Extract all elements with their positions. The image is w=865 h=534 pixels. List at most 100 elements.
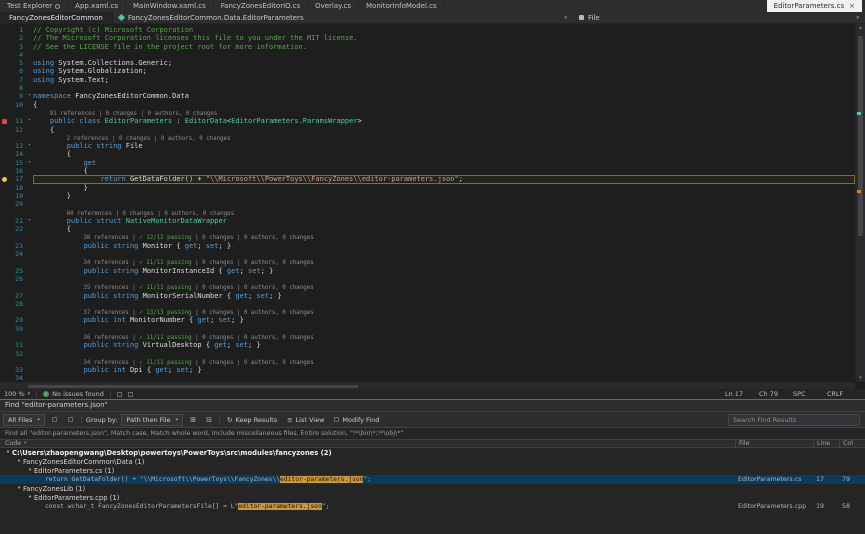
code-token: System.Globalization; — [54, 67, 147, 75]
find-tree-row[interactable]: ▾FancyZonesLib (1) — [0, 484, 865, 493]
scrollbar-thumb[interactable] — [28, 385, 358, 388]
tree-expander-icon[interactable]: ▾ — [15, 486, 23, 491]
fold-chevron-icon[interactable]: ▾ — [26, 117, 33, 125]
code-text — [33, 275, 855, 283]
active-document-tab[interactable]: EditorParameters.cs × — [767, 0, 862, 12]
check-icon: ✓ — [43, 391, 49, 397]
fold-chevron-icon — [26, 34, 33, 42]
spaces-indicator[interactable]: SPC — [793, 390, 827, 398]
column-header-file[interactable]: File — [735, 440, 813, 447]
type-dropdown[interactable]: FancyZonesEditorCommon.Data.EditorParame… — [113, 12, 573, 23]
find-tree-row[interactable]: ▾C:\Users\zhaopengwang\Desktop\powertoys… — [0, 448, 865, 457]
column-header-col[interactable]: Col — [839, 440, 865, 447]
close-icon[interactable]: × — [849, 2, 855, 10]
misc-icon[interactable] — [128, 392, 133, 397]
project-dropdown[interactable]: FancyZonesEditorCommon — [0, 12, 113, 23]
code-token: { — [33, 167, 88, 175]
column-header-code[interactable]: Code ▾ — [0, 440, 735, 447]
line-number: 2 — [9, 34, 26, 42]
code-text: public class EditorParameters : EditorDa… — [33, 117, 855, 125]
code-token — [33, 217, 67, 225]
code-token: { — [33, 150, 71, 158]
document-tab[interactable]: Test Explorer — [0, 0, 68, 12]
result-file-cell: EditorParameters.cpp — [735, 503, 813, 510]
modify-find-button[interactable]: Modify Find — [331, 413, 382, 426]
find-tree-row[interactable]: ▾EditorParameters.cpp (1) — [0, 493, 865, 502]
misc-icon[interactable] — [117, 392, 122, 397]
find-results-list[interactable]: ▾C:\Users\zhaopengwang\Desktop\powertoys… — [0, 448, 865, 511]
search-find-results-input[interactable] — [728, 414, 860, 426]
scroll-down-icon[interactable]: ▾ — [856, 375, 865, 381]
refresh-icon: ↻ — [227, 416, 232, 424]
group-by-dropdown[interactable]: Path then File ▾ — [121, 414, 183, 426]
line-number: 9 — [9, 92, 26, 100]
find-result-row[interactable]: return GetDataFolder() + "\\Microsoft\\P… — [0, 475, 865, 484]
code-line: 23 public string Monitor { get; set; } — [0, 242, 855, 250]
fold-chevron-icon[interactable]: ▾ — [26, 92, 33, 100]
code-token: 35 references | — [83, 285, 139, 291]
fold-chevron-icon — [26, 250, 33, 258]
scope-dropdown[interactable]: All Files ▾ — [3, 414, 45, 426]
horizontal-scrollbar[interactable] — [0, 382, 855, 389]
code-line: 6using System.Globalization; — [0, 67, 855, 75]
eol-indicator[interactable]: CRLF — [827, 390, 861, 398]
document-tab[interactable]: MonitorInfoModel.cs — [359, 0, 445, 12]
code-token: using — [33, 59, 54, 67]
line-number: 23 — [9, 242, 26, 250]
code-token — [33, 341, 84, 349]
code-token: : — [172, 117, 185, 125]
column-header-line[interactable]: Line — [813, 440, 839, 447]
wrench-icon — [334, 417, 339, 422]
collapse-all-icon[interactable]: ⊟ — [203, 414, 215, 426]
scrollbar-thumb[interactable] — [858, 36, 863, 236]
test-status-icon[interactable] — [2, 119, 7, 124]
code-token: } — [33, 192, 71, 200]
vertical-scrollbar[interactable]: ▴ ▾ — [855, 24, 865, 382]
list-view-toggle[interactable]: ≡ List View — [284, 413, 327, 426]
code-token: ; } — [261, 267, 274, 275]
chevron-down-icon: ▾ — [37, 417, 40, 423]
tab-label: Overlay.cs — [315, 2, 351, 10]
fold-chevron-icon[interactable]: ▾ — [26, 159, 33, 167]
code-token — [33, 159, 84, 167]
stop-search-icon[interactable] — [49, 414, 61, 426]
code-editor[interactable]: 1// Copyright (c) Microsoft Corporation2… — [0, 24, 865, 389]
code-token: struct — [96, 217, 121, 225]
line-number: 10 — [9, 101, 26, 109]
line-number — [9, 308, 26, 316]
fold-chevron-icon[interactable]: ▾ — [26, 217, 33, 225]
code-area[interactable]: 1// Copyright (c) Microsoft Corporation2… — [0, 24, 855, 382]
gutter — [0, 134, 9, 142]
line-indicator: Ln 17 — [725, 390, 759, 398]
zoom-control[interactable]: 100 % ▾ — [4, 390, 30, 398]
find-tree-row[interactable]: ▾EditorParameters.cs (1) — [0, 466, 865, 475]
code-token: 36 references | — [83, 335, 139, 341]
document-tab[interactable]: Overlay.cs — [308, 0, 359, 12]
document-tab[interactable]: FancyZonesEditorIO.cs — [214, 0, 308, 12]
gutter — [0, 200, 9, 208]
document-health-indicator[interactable]: ✓ No issues found — [43, 390, 104, 398]
code-token: 37 references | — [83, 310, 139, 316]
gear-icon[interactable] — [55, 4, 60, 9]
keep-results-toggle[interactable]: ↻ Keep Results — [224, 413, 280, 426]
fold-chevron-icon — [26, 267, 33, 275]
expand-all-icon[interactable]: ⊞ — [187, 414, 199, 426]
editor-status-bar: 100 % ▾ ✓ No issues found Ln 17 Ch 79 SP… — [0, 389, 865, 399]
member-dropdown[interactable]: File ▾ — [573, 12, 865, 23]
tree-expander-icon[interactable]: ▾ — [26, 495, 34, 500]
tree-expander-icon[interactable]: ▾ — [4, 450, 12, 455]
tree-expander-icon[interactable]: ▾ — [26, 468, 34, 473]
tree-expander-icon[interactable]: ▾ — [15, 459, 23, 464]
find-tree-row[interactable]: ▾FancyZonesEditorCommon\Data (1) — [0, 457, 865, 466]
scroll-up-icon[interactable]: ▴ — [856, 25, 865, 31]
code-text — [33, 200, 855, 208]
tree-node-label: EditorParameters.cpp (1) — [34, 494, 119, 502]
lightbulb-icon[interactable] — [2, 177, 7, 182]
fold-chevron-icon[interactable]: ▾ — [26, 142, 33, 150]
clear-results-icon[interactable] — [65, 414, 77, 426]
code-text: 91 references | 0 changes | 0 authors, 0… — [33, 109, 855, 117]
results-column-header[interactable]: Code ▾ File Line Col — [0, 439, 865, 448]
document-tab[interactable]: App.xaml.cs — [68, 0, 126, 12]
find-result-row[interactable]: const wchar_t FancyZonesEditorParameters… — [0, 502, 865, 511]
document-tab[interactable]: MainWindow.xaml.cs — [126, 0, 214, 12]
